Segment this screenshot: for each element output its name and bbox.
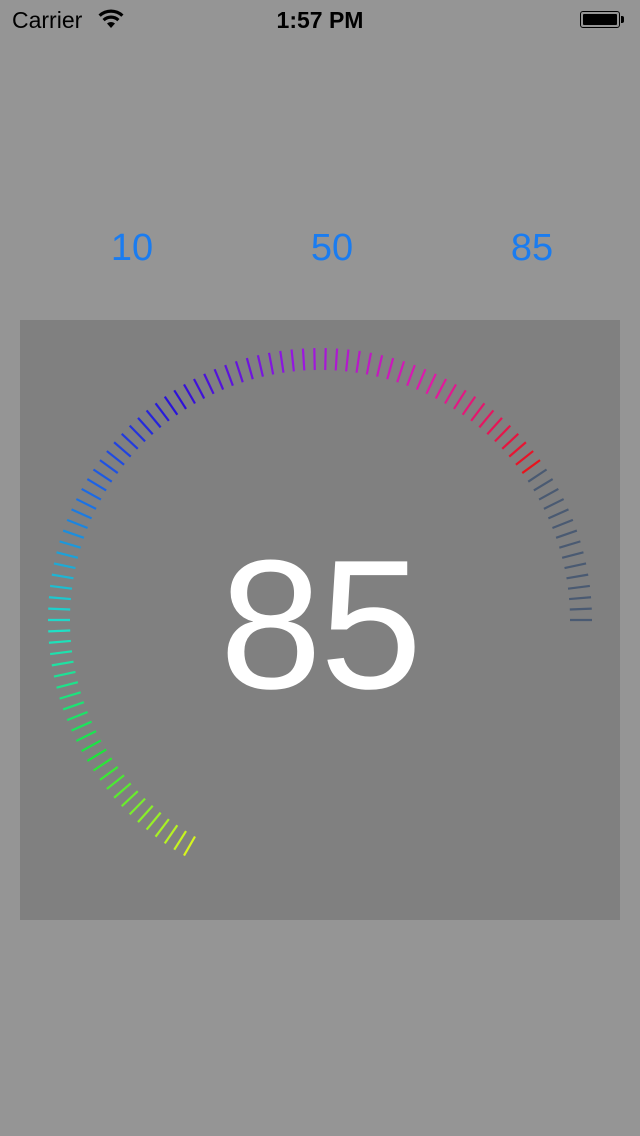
gauge-tick — [470, 402, 486, 422]
gauge-tick — [163, 396, 179, 416]
gauge-tick — [137, 805, 154, 823]
gauge-tick — [193, 378, 206, 399]
gauge-tick — [386, 357, 395, 380]
gauge-tick — [113, 441, 132, 458]
gauge-tick — [113, 782, 132, 799]
gauge-tick — [224, 364, 234, 387]
battery-icon — [580, 11, 624, 28]
gauge-tick — [543, 498, 565, 510]
gauge-tick — [461, 396, 477, 416]
gauge-tick — [234, 360, 244, 383]
gauge-tick — [365, 352, 373, 375]
gauge-tick — [245, 357, 254, 380]
gauge-tick — [71, 720, 93, 732]
gauge-tick — [183, 835, 196, 857]
gauge-tick — [415, 368, 427, 390]
gauge-tick — [106, 774, 125, 790]
gauge-tick — [434, 378, 447, 399]
gauge-tick — [145, 409, 162, 429]
gauge-tick — [547, 508, 569, 520]
gauge-tick — [444, 383, 457, 405]
gauge-tick — [99, 459, 119, 474]
gauge-tick — [425, 373, 437, 395]
gauge-tick — [478, 409, 495, 429]
gauge-tick — [515, 450, 534, 466]
set-value-50-button[interactable]: 50 — [282, 226, 382, 270]
gauge-value: 85 — [219, 521, 423, 727]
gauge-tick — [92, 757, 113, 772]
gauge-tick — [92, 468, 113, 483]
gauge-tick — [290, 349, 295, 372]
gauge-tick — [267, 352, 275, 375]
gauge-tick — [163, 824, 179, 844]
gauge-tick — [86, 478, 107, 492]
gauge-tick — [552, 518, 574, 529]
gauge-tick — [154, 402, 170, 422]
gauge-tick — [173, 830, 187, 851]
gauge-tick — [81, 487, 102, 501]
gauge-tick — [75, 730, 97, 742]
gauge-tick — [527, 468, 548, 483]
gauge-tick — [538, 487, 559, 501]
gauge-tick — [120, 790, 139, 808]
gauge-tick — [508, 441, 527, 458]
gauge-tick — [75, 498, 97, 510]
gauge-tick — [345, 349, 350, 372]
gauge-tick — [486, 417, 503, 435]
status-bar: Carrier 1:57 PM — [0, 0, 640, 40]
gauge-tick — [99, 766, 119, 781]
gauge-tick — [501, 432, 520, 450]
gauge-tick — [71, 508, 93, 520]
gauge-tick — [213, 368, 225, 390]
gauge-tick — [66, 518, 88, 529]
gauge-tick — [183, 383, 196, 405]
gauge-tick — [86, 748, 107, 762]
gauge-tick — [106, 450, 125, 466]
gauge-panel: 85 — [20, 320, 620, 920]
gauge-tick — [120, 432, 139, 450]
clock-time: 1:57 PM — [276, 7, 364, 33]
gauge-tick — [406, 364, 416, 387]
gauge-tick — [521, 459, 541, 474]
set-value-10-button[interactable]: 10 — [82, 226, 182, 270]
gauge-tick — [128, 424, 146, 443]
gauge-tick — [128, 797, 146, 816]
gauge-tick — [173, 389, 187, 410]
set-value-85-button[interactable]: 85 — [482, 226, 582, 270]
gauge-tick — [453, 389, 467, 410]
gauge-tick — [256, 354, 264, 377]
gauge-tick — [533, 478, 554, 492]
gauge-tick — [203, 373, 215, 395]
gauge-tick — [137, 417, 154, 435]
gauge-tick — [154, 818, 170, 838]
gauge-tick — [145, 811, 162, 831]
gauge-tick — [81, 739, 102, 753]
gauge-tick — [279, 350, 285, 373]
gauge-tick — [334, 348, 339, 371]
gauge-tick — [396, 360, 406, 383]
gauge-tick — [376, 354, 384, 377]
gauge-tick — [301, 348, 306, 371]
gauge-tick — [355, 350, 361, 373]
gauge-tick — [494, 424, 512, 443]
